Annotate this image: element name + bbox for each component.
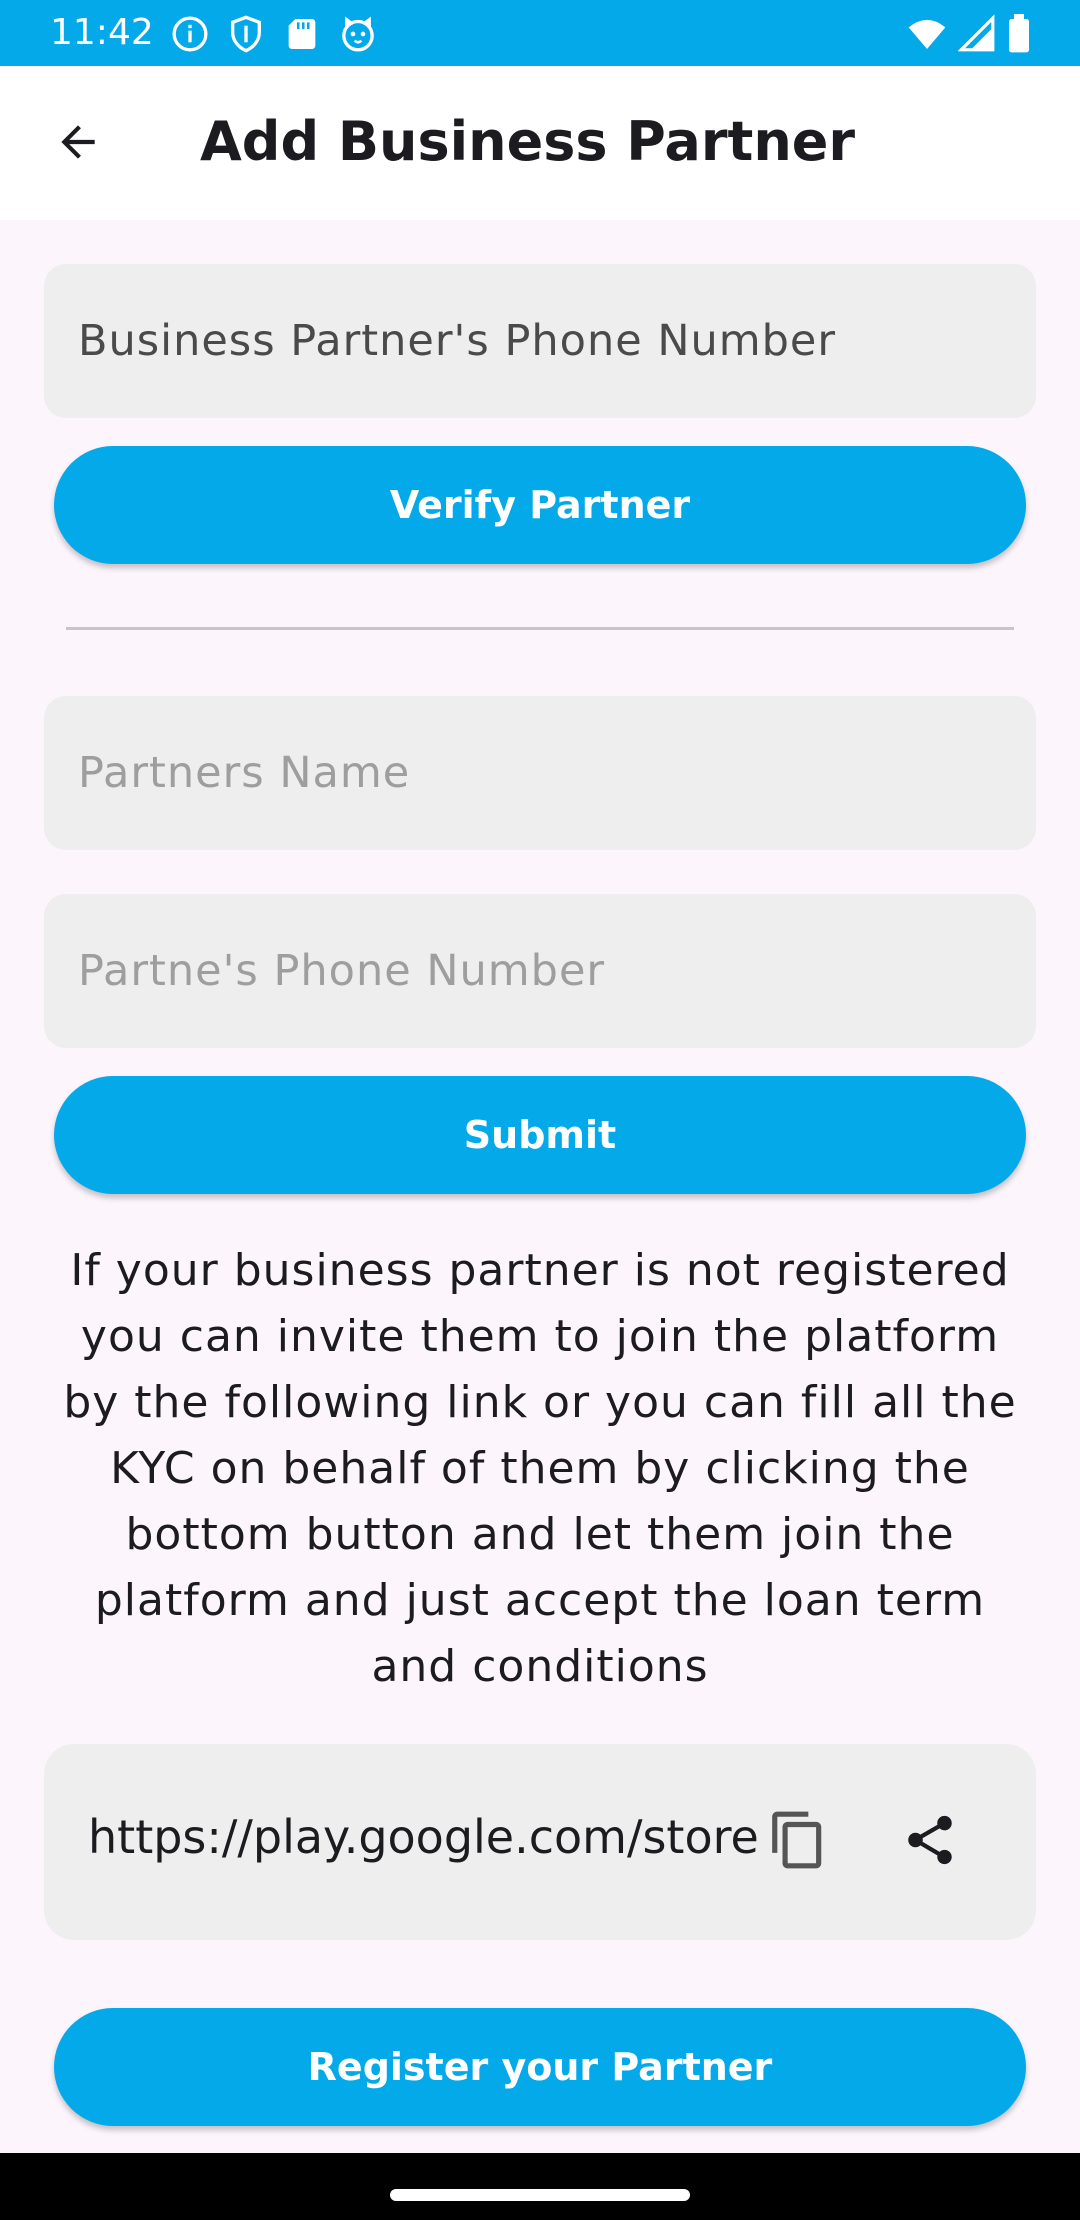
signal-icon — [958, 14, 996, 54]
section-divider — [66, 627, 1014, 630]
partner-name-field[interactable] — [44, 696, 1036, 850]
invite-info-text: If your business partner is not register… — [63, 1245, 1017, 1692]
wifi-icon — [906, 14, 948, 54]
status-time: 11:42 — [50, 12, 154, 53]
share-link-button[interactable] — [888, 1800, 972, 1884]
battery-icon — [1006, 14, 1032, 54]
app-bar: Add Business Partner — [0, 66, 1080, 220]
shield-icon — [226, 14, 266, 54]
cat-icon — [338, 14, 378, 54]
arrow-back-icon — [53, 117, 103, 172]
status-icons-left — [170, 14, 378, 54]
navigation-bar — [0, 2153, 1080, 2220]
info-icon — [170, 14, 210, 54]
submit-button[interactable]: Submit — [54, 1076, 1026, 1194]
invite-link-text[interactable]: https://play.google.com/store — [88, 1810, 768, 1864]
partner-phone-field[interactable] — [44, 264, 1036, 418]
status-icons-right — [906, 14, 1032, 54]
invite-link-box: https://play.google.com/store — [44, 1744, 1036, 1940]
partner-manual-phone-field[interactable] — [44, 894, 1036, 1048]
register-partner-button[interactable]: Register your Partner — [54, 2008, 1026, 2126]
copy-link-button[interactable] — [756, 1800, 840, 1884]
share-icon — [901, 1811, 959, 1874]
home-gesture-handle[interactable] — [390, 2189, 690, 2201]
partner-phone-input[interactable] — [78, 316, 1036, 366]
status-bar: 11:42 — [0, 0, 1080, 66]
verify-partner-button[interactable]: Verify Partner — [54, 446, 1026, 564]
sd-card-icon — [282, 14, 322, 54]
back-button[interactable] — [40, 106, 116, 182]
partner-manual-phone-input[interactable] — [78, 946, 1036, 996]
copy-icon — [767, 1809, 829, 1876]
partner-name-input[interactable] — [78, 748, 1036, 798]
page-title: Add Business Partner — [200, 110, 856, 173]
